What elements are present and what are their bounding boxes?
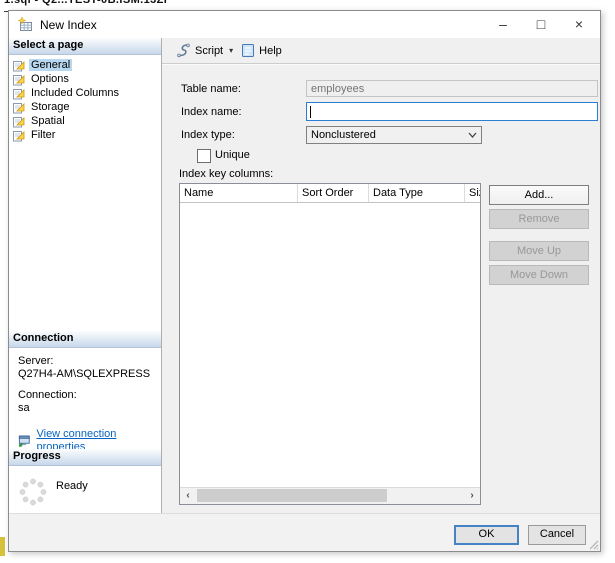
progress-spinner-icon (19, 478, 47, 506)
cancel-button[interactable]: Cancel (528, 525, 586, 545)
sidebar-item-options[interactable]: Options (12, 72, 161, 86)
unique-label: Unique (215, 149, 250, 161)
table-name-label: Table name: (181, 83, 241, 95)
grid-column-size: Size (465, 184, 480, 202)
minimize-icon[interactable]: – (484, 11, 522, 38)
index-name-label: Index name: (181, 106, 242, 118)
maximize-icon[interactable]: □ (522, 11, 560, 38)
index-name-input[interactable] (306, 102, 598, 121)
page-icon (13, 74, 25, 85)
grid-column-sort-order: Sort Order (298, 184, 369, 202)
scroll-right-icon[interactable]: › (464, 488, 480, 503)
page-icon (13, 88, 25, 99)
new-index-dialog: New Index – □ × Select a page General Op… (8, 10, 601, 552)
grid-body (180, 203, 480, 472)
script-icon (177, 43, 190, 58)
index-key-columns-label: Index key columns: (179, 168, 274, 180)
remove-button: Remove (489, 209, 589, 229)
connection-label: Connection: (18, 389, 77, 401)
select-a-page-header: Select a page (9, 38, 161, 55)
table-name-input: employees (306, 80, 598, 97)
index-key-columns-grid: Name Sort Order Data Type Size ‹ › (179, 183, 481, 505)
screen: { "background_window": { "title_fragment… (0, 0, 615, 563)
help-button[interactable]: Help (237, 41, 286, 60)
toolbar: Script ▾ Help (162, 38, 600, 64)
close-icon[interactable]: × (560, 11, 598, 38)
sidebar-item-storage[interactable]: Storage (12, 100, 161, 114)
page-list: General Options Included Columns Storage… (9, 55, 161, 142)
main-pane: Script ▾ Help Table name: employees Inde… (162, 38, 600, 514)
window-controls: – □ × (484, 11, 598, 38)
sidebar-item-general[interactable]: General (12, 58, 161, 72)
move-down-button: Move Down (489, 265, 589, 285)
ok-button[interactable]: OK (454, 525, 519, 545)
progress-status: Ready (56, 480, 88, 492)
server-value: Q27H4-AM\SQLEXPRESS (18, 368, 151, 380)
progress-header: Progress (9, 449, 161, 466)
connection-header: Connection (9, 331, 161, 348)
index-type-select[interactable]: Nonclustered (306, 126, 482, 144)
connection-value: sa (18, 402, 30, 414)
progress-section: Progress Ready (9, 449, 161, 522)
scroll-left-icon[interactable]: ‹ (180, 488, 196, 503)
connection-section: Connection Server: Q27H4-AM\SQLEXPRESS C… (9, 331, 161, 454)
text-caret (310, 106, 311, 118)
dialog-body: Select a page General Options Included C… (9, 38, 600, 514)
script-dropdown-icon[interactable]: ▾ (229, 46, 233, 55)
unique-checkbox[interactable] (197, 149, 211, 163)
sidebar: Select a page General Options Included C… (9, 38, 162, 514)
page-icon (13, 130, 25, 141)
grid-horizontal-scrollbar[interactable]: ‹ › (180, 487, 480, 504)
titlebar: New Index – □ × (9, 11, 600, 38)
sidebar-item-spatial[interactable]: Spatial (12, 114, 161, 128)
script-button[interactable]: Script ▾ (171, 41, 237, 60)
grid-column-name: Name (180, 184, 298, 202)
page-icon (13, 60, 25, 71)
resize-grip[interactable] (586, 537, 599, 550)
chevron-down-icon (468, 132, 477, 138)
background-artifact (0, 537, 5, 556)
page-icon (13, 102, 25, 113)
sidebar-item-filter[interactable]: Filter (12, 128, 161, 142)
index-type-label: Index type: (181, 129, 235, 141)
help-icon (242, 44, 255, 57)
footer: OK Cancel (9, 513, 600, 551)
connection-properties-icon (18, 435, 30, 448)
new-index-icon (17, 16, 34, 38)
page-icon (13, 116, 25, 127)
server-label: Server: (18, 355, 54, 367)
dialog-title: New Index (40, 18, 97, 32)
scrollbar-thumb[interactable] (197, 489, 387, 502)
grid-column-data-type: Data Type (369, 184, 465, 202)
move-up-button: Move Up (489, 241, 589, 261)
grid-header: Name Sort Order Data Type Size (180, 184, 480, 203)
sidebar-item-included-columns[interactable]: Included Columns (12, 86, 161, 100)
add-button[interactable]: Add... (489, 185, 589, 205)
